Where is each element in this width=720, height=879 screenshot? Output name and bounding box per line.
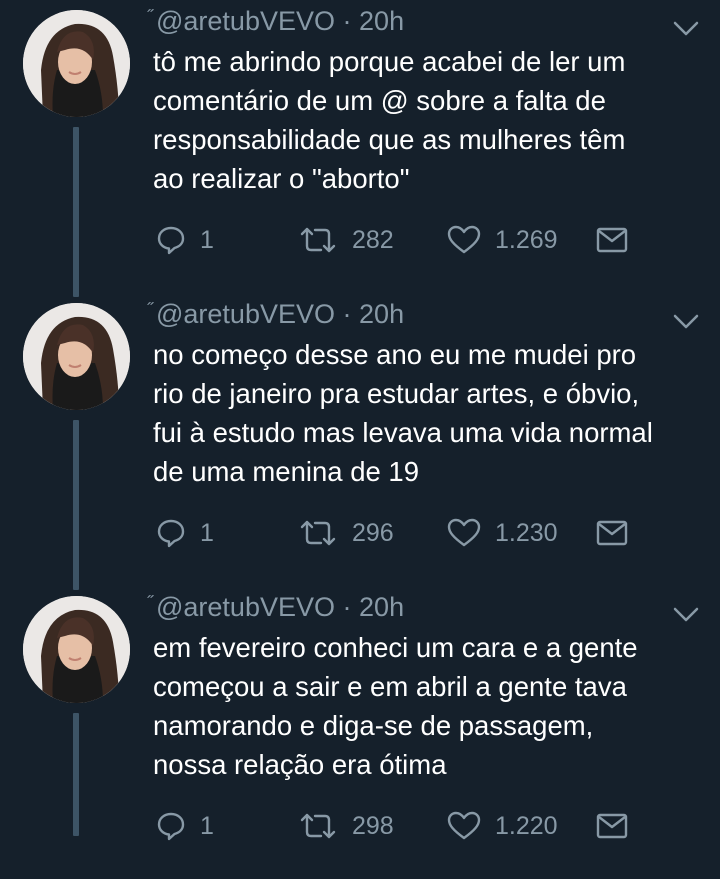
tweet-text-line: nossa relação era ótima (153, 749, 447, 780)
verified-mark: ˝ (147, 593, 153, 613)
like-button[interactable]: 1.230 (447, 511, 558, 555)
like-icon (447, 518, 481, 547)
separator: · (342, 592, 352, 622)
timestamp[interactable]: 20h (359, 6, 404, 36)
tweet-text: tô me abrindo porque acabei de ler um co… (153, 42, 713, 198)
chevron-down-icon[interactable] (672, 313, 700, 331)
avatar[interactable] (23, 10, 130, 117)
reply-icon (157, 226, 185, 255)
tweet-header: ˝ @aretubVEVO · 20h (147, 296, 404, 332)
reply-button[interactable]: 1 (156, 511, 214, 555)
tweet-header: ˝ @aretubVEVO · 20h (147, 589, 404, 625)
message-icon (596, 227, 628, 253)
tweet-text-line: no começo desse ano eu me mudei pro (153, 339, 637, 370)
message-icon (596, 520, 628, 546)
tweet-text-line: fui à estudo mas levava uma vida normal (153, 417, 653, 448)
chevron-down-icon[interactable] (672, 20, 700, 38)
retweet-button[interactable]: 296 (298, 511, 394, 555)
tweet-text-line: ao realizar o "aborto" (153, 163, 410, 194)
retweet-count: 298 (352, 811, 394, 840)
like-count: 1.220 (495, 811, 558, 840)
chevron-down-icon[interactable] (672, 606, 700, 624)
tweet[interactable]: ˝ @aretubVEVO · 20h no começo desse ano e… (0, 293, 720, 586)
message-icon (596, 813, 628, 839)
reply-count: 1 (200, 225, 214, 254)
tweet-actions: 1 298 1.220 (0, 804, 720, 848)
retweet-icon (300, 813, 336, 839)
avatar[interactable] (23, 303, 130, 410)
separator: · (342, 299, 352, 329)
reply-icon (157, 519, 185, 548)
tweet[interactable]: ˝ @aretubVEVO · 20h em fevereiro conheci … (0, 586, 720, 879)
like-icon (447, 811, 481, 840)
tweet-text: no começo desse ano eu me mudei pro rio … (153, 335, 713, 491)
tweet-text-line: de uma menina de 19 (153, 456, 420, 487)
separator: · (342, 6, 352, 36)
avatar[interactable] (23, 596, 130, 703)
tweet-text-line: começou a sair e em abril a gente tava (153, 671, 627, 702)
author-handle[interactable]: @aretubVEVO (156, 592, 335, 622)
tweet-actions: 1 296 1.230 (0, 511, 720, 555)
tweet-text: em fevereiro conheci um cara e a gente c… (153, 628, 713, 784)
reply-icon (157, 812, 185, 841)
timestamp[interactable]: 20h (359, 592, 404, 622)
like-count: 1.269 (495, 225, 558, 254)
retweet-icon (300, 520, 336, 546)
retweet-icon (300, 227, 336, 253)
timestamp[interactable]: 20h (359, 299, 404, 329)
tweet-text-line: em fevereiro conheci um cara e a gente (153, 632, 638, 663)
tweet-header: ˝ @aretubVEVO · 20h (147, 3, 404, 39)
reply-count: 1 (200, 518, 214, 547)
like-icon (447, 225, 481, 254)
author-handle[interactable]: @aretubVEVO (156, 299, 335, 329)
reply-button[interactable]: 1 (156, 218, 214, 262)
message-button[interactable] (596, 511, 628, 555)
reply-count: 1 (200, 811, 214, 840)
tweet-text-line: tô me abrindo porque acabei de ler um (153, 46, 626, 77)
message-button[interactable] (596, 218, 628, 262)
like-button[interactable]: 1.220 (447, 804, 558, 848)
tweet-text-line: comentário de um @ sobre a falta de (153, 85, 606, 116)
tweet-text-line: rio de janeiro pra estudar artes, e óbvi… (153, 378, 640, 409)
retweet-button[interactable]: 282 (298, 218, 394, 262)
author-handle[interactable]: @aretubVEVO (156, 6, 335, 36)
retweet-count: 296 (352, 518, 394, 547)
verified-mark: ˝ (147, 300, 153, 320)
message-button[interactable] (596, 804, 628, 848)
tweet-actions: 1 282 1.269 (0, 218, 720, 262)
like-count: 1.230 (495, 518, 558, 547)
reply-button[interactable]: 1 (156, 804, 214, 848)
tweet-text-line: responsabilidade que as mulheres têm (153, 124, 626, 155)
tweet[interactable]: ˝ @aretubVEVO · 20h tô me abrindo porque … (0, 0, 720, 293)
tweet-thread: ˝ @aretubVEVO · 20h tô me abrindo porque … (0, 0, 720, 841)
retweet-button[interactable]: 298 (298, 804, 394, 848)
like-button[interactable]: 1.269 (447, 218, 558, 262)
verified-mark: ˝ (147, 7, 153, 27)
tweet-text-line: namorando e diga-se de passagem, (153, 710, 594, 741)
retweet-count: 282 (352, 225, 394, 254)
